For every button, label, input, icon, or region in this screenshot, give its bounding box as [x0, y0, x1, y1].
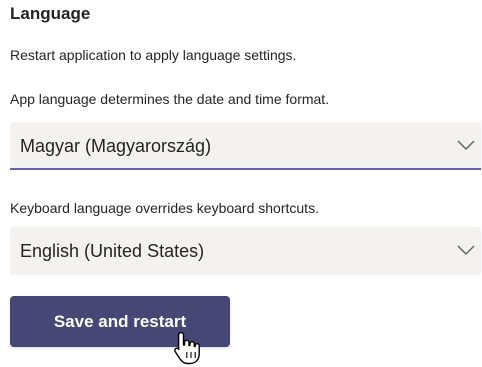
hand-pointer-icon: [174, 331, 200, 365]
keyboard-language-description: Keyboard language overrides keyboard sho…: [10, 200, 319, 216]
keyboard-language-dropdown[interactable]: English (United States): [10, 227, 481, 275]
keyboard-language-value: English (United States): [20, 241, 205, 261]
chevron-down-icon: [457, 245, 475, 255]
section-title: Language: [10, 4, 91, 23]
app-language-value: Magyar (Magyarország): [20, 136, 212, 156]
chevron-down-icon: [457, 140, 475, 150]
app-language-description: App language determines the date and tim…: [10, 91, 330, 107]
language-settings-section: Language Restart application to apply la…: [0, 0, 482, 367]
restart-note: Restart application to apply language se…: [10, 47, 297, 63]
app-language-dropdown[interactable]: Magyar (Magyarország): [10, 122, 481, 170]
